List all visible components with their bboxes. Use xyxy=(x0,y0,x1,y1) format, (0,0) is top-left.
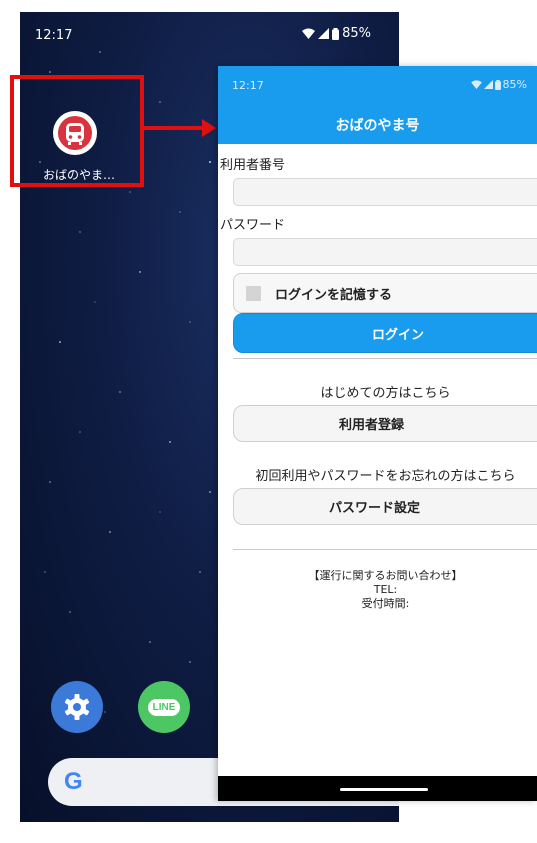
user-number-input[interactable] xyxy=(233,178,537,206)
divider xyxy=(233,358,537,359)
gesture-nav-bar[interactable] xyxy=(340,788,428,791)
line-app-icon[interactable]: LINE xyxy=(138,681,190,733)
password-input[interactable] xyxy=(233,238,537,266)
battery-icon xyxy=(332,27,340,40)
status-time: 12:17 xyxy=(232,79,264,92)
remember-checkbox[interactable] xyxy=(246,285,261,301)
user-number-label: 利用者番号 xyxy=(220,158,286,173)
wifi-icon xyxy=(470,80,482,89)
contact-heading: 【運行に関するお問い合わせ】 xyxy=(308,569,463,582)
line-icon: LINE xyxy=(147,698,181,716)
app-login-screen: 12:17 85% おばのやま号 利用者番号 パスワード ログインを記憶する ロ… xyxy=(218,66,537,801)
page-title: おばのやま号 xyxy=(335,118,420,134)
remember-label: ログインを記憶する xyxy=(275,287,393,303)
status-time: 12:17 xyxy=(35,28,73,43)
forgot-password-text: 初回利用やパスワードをお忘れの方はこちら xyxy=(255,469,516,484)
remember-login-toggle[interactable]: ログインを記憶する xyxy=(233,273,537,313)
callout-arrow xyxy=(144,126,204,130)
password-label: パスワード xyxy=(220,218,286,233)
app-nav-bar xyxy=(218,776,537,801)
status-icons: 85% xyxy=(470,78,527,91)
first-time-text: はじめての方はこちら xyxy=(320,386,451,401)
contact-hours: 受付時間: xyxy=(361,597,410,610)
wifi-icon xyxy=(302,28,316,39)
status-icons: 85% xyxy=(302,26,371,41)
signal-icon xyxy=(483,80,493,89)
signal-icon xyxy=(318,28,330,39)
home-status-bar: 12:17 85% xyxy=(20,12,399,58)
gear-icon xyxy=(64,694,90,720)
app-header: 12:17 85% おばのやま号 xyxy=(218,66,537,144)
register-button[interactable]: 利用者登録 xyxy=(233,405,537,442)
settings-app-icon[interactable] xyxy=(51,681,103,733)
google-logo-icon: G xyxy=(64,768,83,795)
contact-tel: TEL: xyxy=(373,583,398,596)
battery-icon xyxy=(494,79,501,90)
battery-percent: 85% xyxy=(342,26,371,41)
battery-percent: 85% xyxy=(502,78,527,91)
password-setup-button[interactable]: パスワード設定 xyxy=(233,488,537,525)
app-icon-highlight xyxy=(10,75,144,187)
callout-arrow-head xyxy=(202,119,216,137)
login-button[interactable]: ログイン xyxy=(233,313,537,353)
divider xyxy=(233,549,537,550)
